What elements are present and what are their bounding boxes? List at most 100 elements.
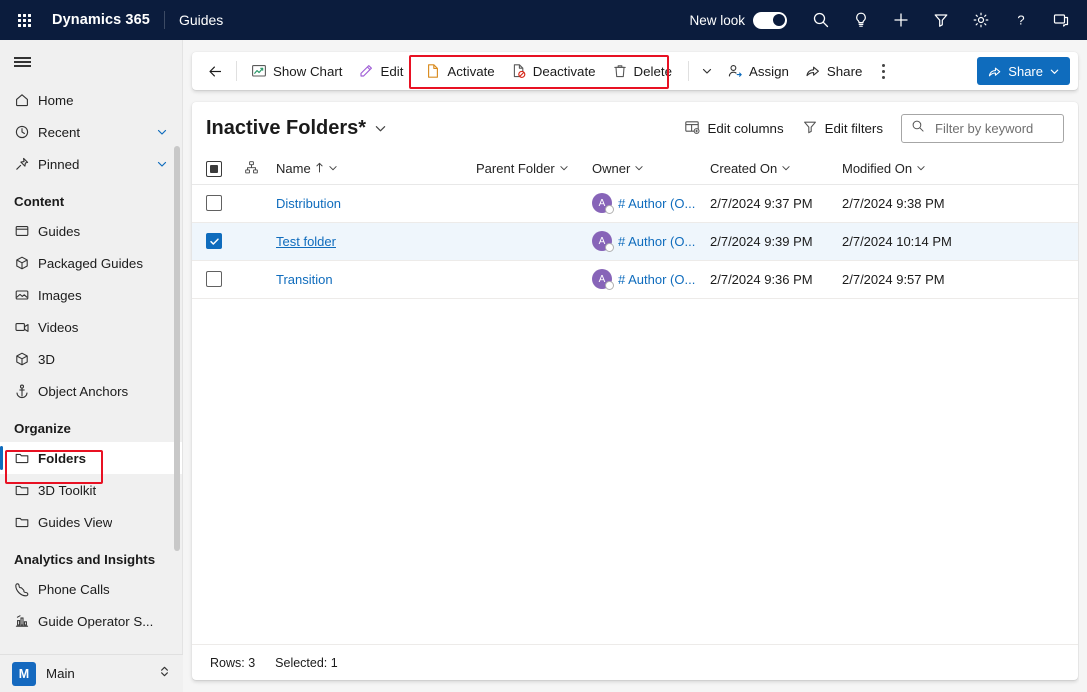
cell-name[interactable]: Test folder (276, 222, 476, 260)
row-checkbox[interactable] (206, 195, 222, 211)
show-chart-button[interactable]: Show Chart (243, 56, 350, 86)
activate-button[interactable]: Activate (417, 56, 502, 86)
sidebar-item-guides[interactable]: Guides (0, 215, 182, 247)
hierarchy-icon[interactable] (244, 163, 259, 178)
search-button[interactable] (801, 0, 841, 40)
assign-button[interactable]: Assign (719, 56, 797, 86)
sidebar-item-label: 3D (38, 352, 55, 367)
filter-by-keyword-box[interactable] (901, 114, 1064, 143)
table-row[interactable]: Test folder A # Author (O... 2/7/2024 9:… (192, 222, 1078, 260)
record-link[interactable]: Distribution (276, 196, 341, 211)
records-panel: Inactive Folders* Edit columns (192, 102, 1078, 680)
insights-button[interactable] (841, 0, 881, 40)
chevron-down-icon[interactable] (328, 161, 338, 176)
sidebar-item-label: Object Anchors (38, 384, 128, 399)
select-all-checkbox[interactable] (206, 161, 222, 177)
row-select-cell[interactable] (192, 184, 244, 222)
edit-columns-button[interactable]: Edit columns (684, 119, 783, 138)
search-input[interactable] (933, 120, 1053, 137)
table-row[interactable]: Transition A # Author (O... 2/7/2024 9:3… (192, 260, 1078, 298)
app-launcher-button[interactable] (0, 0, 48, 40)
sidebar-item-recent[interactable]: Recent (0, 116, 182, 148)
row-select-cell[interactable] (192, 222, 244, 260)
cell-owner[interactable]: A # Author (O... (592, 260, 710, 298)
command-label: Assign (749, 64, 789, 79)
help-icon: ? (1012, 11, 1030, 29)
chevron-updown-icon[interactable] (158, 665, 171, 683)
sidebar-item-guides-view[interactable]: Guides View (0, 506, 182, 538)
sidebar-item-home[interactable]: Home (0, 84, 182, 116)
owner-link[interactable]: # Author (O... (618, 272, 695, 287)
settings-button[interactable] (961, 0, 1001, 40)
share-icon (805, 63, 821, 79)
sidebar-item-object-anchors[interactable]: Object Anchors (0, 375, 182, 407)
sitemap-toggle-button[interactable] (0, 40, 182, 84)
column-header-parent-folder[interactable]: Parent Folder (476, 154, 592, 184)
header-actions: New look (689, 0, 1087, 40)
sidebar-item-packaged-guides[interactable]: Packaged Guides (0, 247, 182, 279)
sidebar-item-phone-calls[interactable]: Phone Calls (0, 573, 182, 605)
brand-title[interactable]: Dynamics 365 (48, 12, 150, 28)
cell-modified-on: 2/7/2024 9:57 PM (842, 260, 1078, 298)
sidebar-item-videos[interactable]: Videos (0, 311, 182, 343)
more-commands-chevron[interactable] (695, 56, 719, 86)
phone-icon (14, 581, 38, 597)
row-checkbox[interactable] (206, 271, 222, 287)
more-commands-button[interactable] (870, 56, 896, 86)
sidebar-scrollbar-thumb[interactable] (174, 146, 180, 551)
sidebar-item-guide-operator-summary[interactable]: Guide Operator S... (0, 605, 182, 637)
app-area-switcher[interactable]: M Main (0, 654, 183, 692)
column-header-modified-on[interactable]: Modified On (842, 154, 1078, 184)
filter-button[interactable] (921, 0, 961, 40)
sidebar-item-3d[interactable]: 3D (0, 343, 182, 375)
chevron-down-icon[interactable] (916, 161, 926, 176)
view-selector[interactable]: Inactive Folders* (206, 117, 387, 140)
row-checkbox[interactable] (206, 233, 222, 249)
row-select-cell[interactable] (192, 260, 244, 298)
cell-owner[interactable]: A # Author (O... (592, 222, 710, 260)
record-link[interactable]: Test folder (276, 234, 336, 249)
sidebar-item-pinned[interactable]: Pinned (0, 148, 182, 180)
sidebar-item-images[interactable]: Images (0, 279, 182, 311)
new-look-toggle[interactable] (753, 12, 787, 29)
table-row[interactable]: Distribution A # Author (O... 2/7/2024 9… (192, 184, 1078, 222)
owner-link[interactable]: # Author (O... (618, 196, 695, 211)
cell-name[interactable]: Transition (276, 260, 476, 298)
column-header-name[interactable]: Name (276, 154, 476, 184)
share-command-button[interactable]: Share (797, 56, 870, 86)
new-record-button[interactable] (881, 0, 921, 40)
share-primary-button[interactable]: Share (977, 57, 1070, 85)
deactivate-button[interactable]: Deactivate (503, 56, 604, 86)
record-link[interactable]: Transition (276, 272, 333, 287)
chevron-down-icon[interactable] (156, 126, 168, 138)
chevron-down-icon[interactable] (559, 161, 569, 176)
cell-name[interactable]: Distribution (276, 184, 476, 222)
view-tools: Edit columns Edit filters (684, 114, 1064, 143)
back-button[interactable] (200, 56, 230, 86)
clock-icon (14, 124, 38, 140)
column-header-owner[interactable]: Owner (592, 154, 710, 184)
content-scrollbar[interactable] (1079, 80, 1087, 692)
column-header-created-on[interactable]: Created On (710, 154, 842, 184)
hierarchy-header (244, 154, 276, 184)
sidebar-item-folders[interactable]: Folders (0, 442, 182, 474)
chevron-down-icon[interactable] (634, 161, 644, 176)
search-icon (812, 11, 830, 29)
dynamics-365-guides-window: Dynamics 365 Guides New look (0, 0, 1087, 692)
chart-icon (14, 613, 38, 629)
edit-button[interactable]: Edit (350, 56, 411, 86)
chevron-down-icon[interactable] (156, 158, 168, 170)
app-name-label[interactable]: Guides (179, 12, 223, 28)
sidebar-item-3d-toolkit[interactable]: 3D Toolkit (0, 474, 182, 506)
chevron-down-icon[interactable] (781, 161, 791, 176)
home-icon (14, 92, 38, 108)
sidebar-scrollbar[interactable] (174, 146, 180, 606)
delete-button[interactable]: Delete (604, 56, 680, 86)
help-button[interactable]: ? (1001, 0, 1041, 40)
select-all-header[interactable] (192, 154, 244, 184)
cell-owner[interactable]: A # Author (O... (592, 184, 710, 222)
owner-link[interactable]: # Author (O... (618, 234, 695, 249)
feedback-button[interactable] (1041, 0, 1081, 40)
gear-icon (972, 11, 990, 29)
edit-filters-button[interactable]: Edit filters (802, 119, 883, 138)
